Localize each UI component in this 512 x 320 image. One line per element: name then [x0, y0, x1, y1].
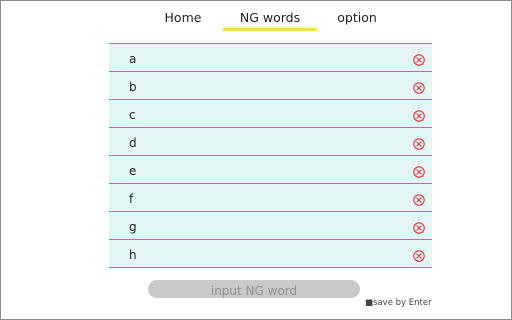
- ng-word-text: h: [129, 248, 137, 262]
- delete-icon[interactable]: [413, 222, 425, 234]
- ng-word-text: c: [129, 108, 136, 122]
- delete-icon[interactable]: [413, 166, 425, 178]
- delete-icon[interactable]: [413, 82, 425, 94]
- delete-icon[interactable]: [413, 138, 425, 150]
- tab-option[interactable]: option: [327, 10, 387, 25]
- delete-icon[interactable]: [413, 250, 425, 262]
- save-hint: ■save by Enter: [365, 298, 432, 308]
- delete-icon[interactable]: [413, 110, 425, 122]
- ng-word-row: h: [109, 240, 432, 268]
- ng-word-row: g: [109, 212, 432, 240]
- ng-word-text: d: [129, 136, 137, 150]
- ng-word-text: e: [129, 164, 137, 178]
- delete-icon[interactable]: [413, 54, 425, 66]
- ng-word-list: a b c d e f g h: [109, 43, 432, 268]
- ng-word-row: f: [109, 184, 432, 212]
- ng-word-input[interactable]: [148, 282, 360, 300]
- ng-word-row: e: [109, 156, 432, 184]
- ng-word-input-wrapper: [148, 280, 360, 300]
- options-window: Home NG words option a b c d e f g h inp…: [0, 0, 512, 320]
- tab-home[interactable]: Home: [153, 10, 213, 25]
- ng-word-text: a: [129, 52, 137, 66]
- tab-ng-words[interactable]: NG words: [223, 10, 317, 25]
- ng-word-row: c: [109, 100, 432, 128]
- ng-word-row: b: [109, 72, 432, 100]
- active-tab-indicator: [223, 28, 317, 31]
- ng-word-row: a: [109, 44, 432, 72]
- tab-bar: Home NG words option: [1, 1, 511, 33]
- ng-word-row: d: [109, 128, 432, 156]
- ng-word-text: g: [129, 220, 137, 234]
- ng-word-text: b: [129, 80, 137, 94]
- ng-word-text: f: [129, 192, 134, 206]
- delete-icon[interactable]: [413, 194, 425, 206]
